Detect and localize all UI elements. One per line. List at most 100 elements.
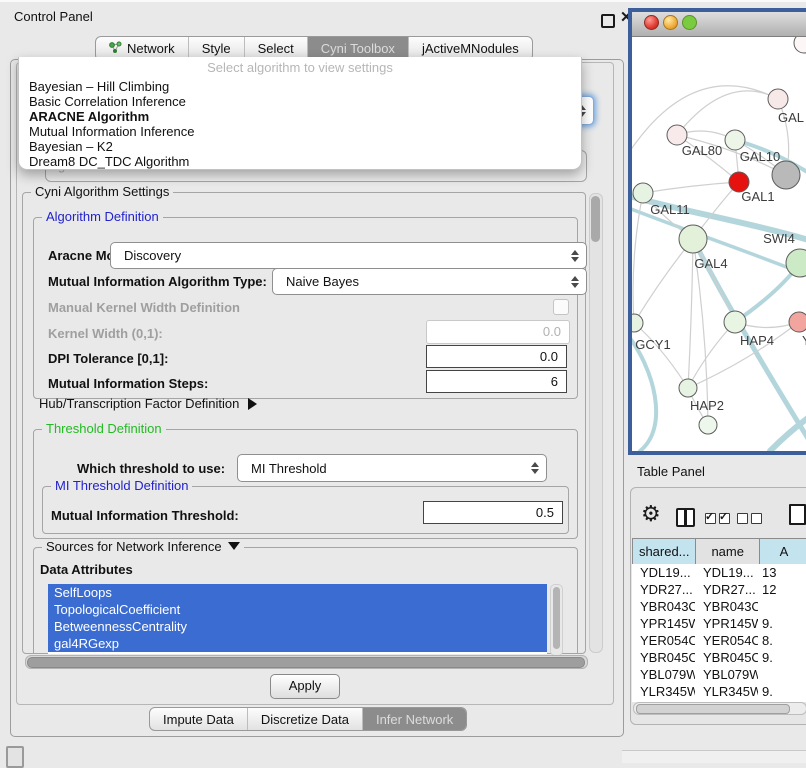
network-node-label-gal11: GAL11 (650, 202, 690, 217)
attribute-item-selfloops[interactable]: SelfLoops (48, 584, 547, 601)
table-cell: YBR045C (632, 649, 695, 666)
attribute-item-gal4rgexp[interactable]: gal4RGexp (48, 635, 547, 652)
threshold-definition-group: Threshold Definition Which threshold to … (33, 429, 578, 539)
network-node[interactable] (725, 130, 745, 150)
network-edge[interactable] (688, 239, 693, 388)
network-node-label-hap4: HAP4 (740, 333, 774, 348)
manual-kernel-label: Manual Kernel Width Definition (48, 300, 240, 315)
kernel-width-input[interactable]: 0.0 (426, 320, 570, 344)
bottom-tab-discretize-data[interactable]: Discretize Data (248, 708, 363, 730)
column-header-shared-[interactable]: shared... (633, 539, 696, 564)
network-node[interactable] (789, 312, 806, 332)
threshold-definition-title: Threshold Definition (42, 421, 166, 436)
document-icon[interactable] (789, 504, 806, 525)
algorithm-item-bayesian-k2[interactable]: Bayesian – K2 (19, 139, 581, 154)
table-cell: 9. (758, 683, 806, 700)
table-cell: YER054C (695, 632, 758, 649)
network-node[interactable] (768, 89, 788, 109)
data-attributes-label: Data Attributes (40, 562, 133, 577)
network-edge[interactable] (643, 182, 739, 193)
mi-type-combo[interactable]: Naive Bayes (272, 268, 587, 295)
table-cell: 9. (758, 615, 806, 632)
network-edge[interactable] (634, 239, 693, 323)
bottom-tab-infer-network[interactable]: Infer Network (363, 708, 466, 730)
deselect-all-icon[interactable] (737, 513, 762, 524)
float-window-icon[interactable] (601, 14, 615, 28)
which-threshold-combo[interactable]: MI Threshold (237, 454, 547, 482)
select-all-icon[interactable] (705, 513, 730, 524)
algorithm-item-aracne-algorithm[interactable]: ARACNE Algorithm (19, 109, 581, 124)
network-node-label-gcy1: GCY1 (635, 337, 670, 352)
network-node[interactable] (679, 225, 707, 253)
network-node[interactable] (786, 249, 806, 277)
attribute-item-betweennesscentrality[interactable]: BetweennessCentrality (48, 618, 547, 635)
network-node-label-gal1: GAL1 (741, 189, 774, 204)
algorithm-item-dream8-dc-tdc-algorithm[interactable]: Dream8 DC_TDC Algorithm (19, 154, 581, 169)
attributes-scrollbar[interactable] (550, 584, 563, 656)
tab-label: Network (127, 41, 175, 56)
network-node[interactable] (699, 416, 717, 434)
table-cell: YBL079W (632, 666, 695, 683)
network-node[interactable] (679, 379, 697, 397)
tab-label: jActiveMNodules (422, 41, 519, 56)
which-threshold-label: Which threshold to use: (77, 461, 225, 476)
network-edge[interactable] (677, 91, 778, 135)
table-scrollbar-thumb[interactable] (636, 704, 790, 714)
bottom-tab-impute-data[interactable]: Impute Data (150, 708, 248, 730)
table-panel-title: Table Panel (637, 464, 705, 479)
network-node[interactable] (772, 161, 800, 189)
table-row[interactable]: YBR045CYBR045C9. (632, 649, 806, 666)
network-canvas[interactable]: GALGAL80GAL10GAL1GAL11GAL4SWI4GCY1HAP4YH… (632, 37, 806, 451)
algorithm-definition-title: Algorithm Definition (42, 209, 163, 224)
mi-threshold-label: Mutual Information Threshold: (51, 508, 239, 523)
minimized-panel-icon[interactable] (6, 746, 24, 768)
table-row[interactable]: YER054CYER054C8. (632, 632, 806, 649)
mi-threshold-input[interactable]: 0.5 (423, 501, 563, 524)
table-row[interactable]: YLR345WYLR345W9. (632, 683, 806, 700)
zoom-traffic-light[interactable] (682, 15, 697, 30)
hub-definition-expander[interactable]: Hub/Transcription Factor Definition (39, 396, 257, 411)
algorithm-item-basic-correlation-inference[interactable]: Basic Correlation Inference (19, 94, 581, 109)
table-row[interactable]: YBL079WYBL079W (632, 666, 806, 683)
column-header-a[interactable]: A (760, 539, 806, 564)
dpi-tolerance-input[interactable]: 0.0 (426, 345, 567, 368)
attributes-scrollbar-thumb[interactable] (553, 587, 560, 649)
algorithm-item-bayesian-hill-climbing[interactable]: Bayesian – Hill Climbing (19, 79, 581, 94)
network-node[interactable] (667, 125, 687, 145)
column-header-name[interactable]: name (696, 539, 759, 564)
kernel-width-label: Kernel Width (0,1): (48, 326, 163, 341)
combo-arrows-icon (531, 462, 539, 474)
network-node[interactable] (724, 311, 746, 333)
network-node[interactable] (794, 37, 806, 53)
network-edge[interactable] (688, 322, 735, 388)
gear-icon[interactable]: ⚙ (641, 503, 661, 525)
settings-horizontal-scrollbar-thumb[interactable] (27, 657, 585, 668)
mi-steps-input[interactable]: 6 (426, 370, 567, 393)
bottom-strip (622, 750, 806, 763)
aracne-mode-combo[interactable]: Discovery (110, 242, 587, 269)
table-cell: YBR045C (695, 649, 758, 666)
table-row[interactable]: YBR043CYBR043C (632, 598, 806, 615)
attribute-item-topologicalcoefficient[interactable]: TopologicalCoefficient (48, 601, 547, 618)
table-rows: YDL19...YDL19...13YDR27...YDR27...12YBR0… (632, 564, 806, 702)
table-cell (758, 666, 806, 683)
close-traffic-light[interactable] (644, 15, 659, 30)
apply-button[interactable]: Apply (270, 674, 340, 699)
network-edge-highlighted[interactable] (770, 415, 806, 451)
algorithm-dropdown-popup: Select algorithm to view settings Bayesi… (18, 57, 582, 170)
algorithm-item-mutual-information-inference[interactable]: Mutual Information Inference (19, 124, 581, 139)
table-horizontal-scrollbar[interactable] (633, 702, 806, 715)
expander-right-icon (248, 398, 257, 410)
settings-vertical-scrollbar-thumb[interactable] (591, 196, 600, 242)
sources-expander[interactable]: Sources for Network Inference (42, 539, 244, 554)
table-row[interactable]: YDL19...YDL19...13 (632, 564, 806, 581)
network-node-label-gal80: GAL80 (682, 143, 722, 158)
manual-kernel-checkbox[interactable] (553, 299, 569, 315)
table-row[interactable]: YDR27...YDR27...12 (632, 581, 806, 598)
network-node-label-y: Y (802, 333, 806, 348)
table-row[interactable]: YPR145WYPR145W9. (632, 615, 806, 632)
minimize-traffic-light[interactable] (663, 15, 678, 30)
network-node[interactable] (633, 183, 653, 203)
column-browser-icon[interactable] (676, 508, 695, 527)
settings-vertical-scrollbar[interactable] (589, 193, 603, 653)
